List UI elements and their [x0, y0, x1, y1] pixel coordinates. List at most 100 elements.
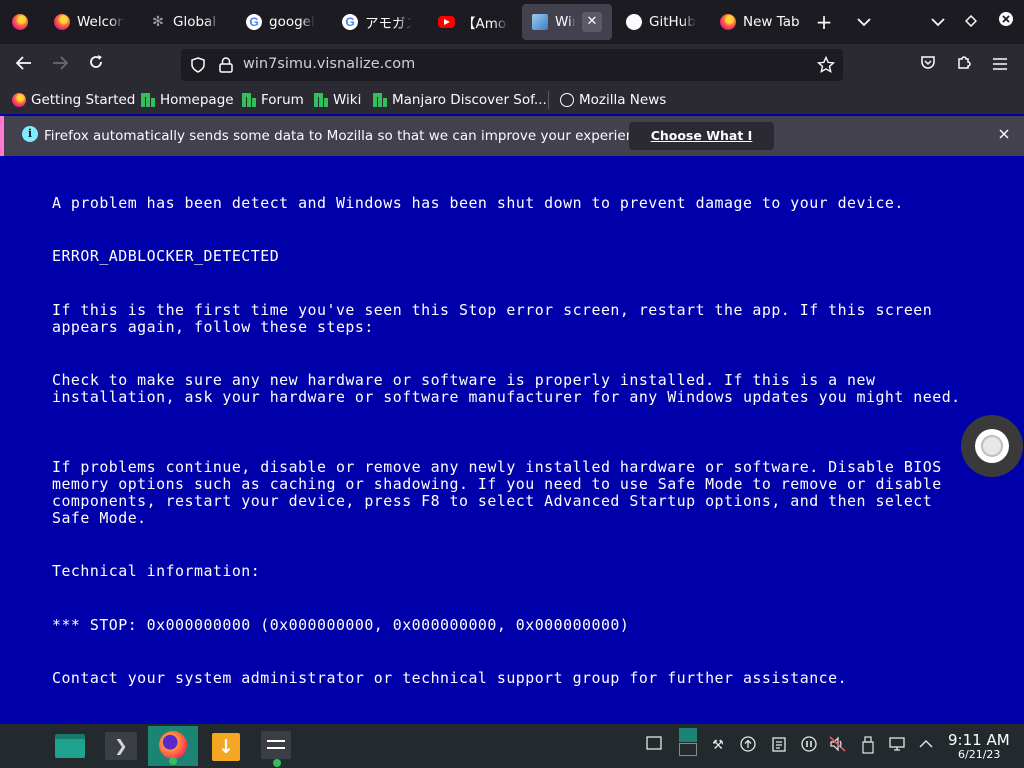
settings-icon [261, 731, 291, 759]
extensions-button[interactable] [949, 50, 979, 80]
download-icon: ↓ [212, 733, 240, 761]
manjaro-icon [242, 93, 256, 107]
close-icon [999, 129, 1009, 139]
chevron-down-icon [931, 18, 945, 27]
bookmarks-toolbar: Getting Started Homepage Forum Wiki Manj… [0, 86, 1024, 114]
youtube-icon [438, 16, 455, 28]
notification-close-button[interactable] [995, 125, 1013, 145]
bsod-paragraph: If problems continue, disable or remove … [52, 458, 952, 527]
back-button[interactable] [9, 50, 39, 80]
tab-label: GitHub [649, 14, 696, 30]
arrow-left-icon [15, 56, 31, 70]
bsod-paragraph: If this is the first time you've seen th… [52, 301, 942, 336]
firefox-icon [720, 14, 736, 30]
bsod-headline: A problem has been detect and Windows ha… [52, 194, 904, 212]
new-tab-button[interactable]: + [810, 8, 838, 36]
folder-icon [55, 734, 85, 758]
tab-amon[interactable]: 【Amon [428, 4, 518, 40]
taskbar-files[interactable] [46, 726, 96, 766]
tab-label: Welcome [77, 14, 124, 30]
application-menu-button[interactable] [0, 726, 50, 766]
puzzle-icon [958, 56, 971, 69]
usb-device-icon[interactable] [858, 736, 878, 756]
close-window-button[interactable] [992, 8, 1020, 36]
bookmark-label: Wiki [333, 92, 362, 108]
data-collection-notification: i Firefox automatically sends some data … [0, 116, 1024, 171]
bookmark-mozilla-news[interactable]: Mozilla News [560, 90, 666, 110]
bookmark-getting-started[interactable]: Getting Started [12, 90, 135, 110]
shield-icon[interactable] [190, 57, 206, 73]
taskbar-terminal[interactable]: ❯ [97, 726, 147, 766]
bookmark-homepage[interactable]: Homepage [141, 90, 234, 110]
tray-expand-chevron-up-icon[interactable] [916, 736, 936, 756]
tab-amogus[interactable]: G アモガス [332, 4, 422, 40]
choose-what-i-share-button[interactable]: Choose What I Share [629, 122, 774, 171]
info-icon: i [22, 126, 38, 142]
bookmark-manjaro-discover[interactable]: Manjaro Discover Sof... [373, 90, 547, 110]
tab-label: アモガス [365, 16, 412, 32]
forward-button[interactable] [45, 50, 75, 80]
taskbar-firefox[interactable] [148, 726, 198, 766]
firefox-icon [12, 93, 26, 107]
google-icon: G [246, 14, 262, 30]
bsod-error-code: ERROR_ADBLOCKER_DETECTED [52, 247, 280, 265]
close-tab-icon[interactable]: ✕ [582, 12, 602, 32]
tab-new-tab[interactable]: New Tab [710, 4, 806, 40]
bookmark-label: Forum [261, 92, 304, 108]
tab-global[interactable]: ✻ Global T [140, 4, 230, 40]
tab-googel[interactable]: G googel [236, 4, 326, 40]
network-tools-icon[interactable]: ⚒ [708, 736, 728, 756]
firefox-icon [54, 14, 70, 30]
updates-icon[interactable] [738, 736, 758, 756]
network-wired-icon[interactable] [888, 736, 908, 756]
bookmark-forum[interactable]: Forum [242, 90, 304, 110]
show-desktop-icon[interactable] [644, 736, 664, 756]
github-icon [626, 14, 642, 30]
tab-strip: Welcome ✻ Global T G googel G アモガス 【Amon… [0, 0, 1024, 44]
windows-icon [532, 14, 548, 30]
reload-button[interactable] [81, 50, 111, 80]
firefox-icon [12, 14, 28, 30]
gear-icon: ✻ [152, 14, 164, 30]
manjaro-icon [314, 93, 328, 107]
clipboard-icon[interactable] [769, 736, 789, 756]
media-pause-icon[interactable] [799, 736, 819, 756]
tab-label: New Tab [743, 14, 800, 30]
list-all-tabs-button[interactable] [850, 8, 878, 36]
star-icon[interactable] [817, 56, 835, 74]
taskbar-downloader[interactable]: ↓ [200, 726, 250, 766]
navigation-toolbar: win7simu.visnalize.com [0, 44, 1024, 86]
url-text[interactable]: win7simu.visnalize.com [243, 56, 415, 72]
bookmark-wiki[interactable]: Wiki [314, 90, 361, 110]
menu-button[interactable] [985, 50, 1015, 80]
lock-icon[interactable] [219, 57, 233, 73]
hamburger-icon [993, 58, 1007, 70]
workspace-pager[interactable] [678, 728, 698, 756]
minimize-button[interactable] [924, 8, 952, 36]
tab-label: Win7 [555, 14, 575, 30]
tab-label: Global T [173, 14, 220, 30]
pocket-button[interactable] [913, 50, 943, 80]
tab-welcome[interactable]: Welcome [44, 4, 134, 40]
url-bar[interactable]: win7simu.visnalize.com [181, 49, 843, 81]
running-indicator-icon [273, 759, 281, 767]
tab-win7[interactable]: Win7 ✕ [522, 4, 612, 40]
manjaro-icon [141, 93, 155, 107]
reload-icon [90, 55, 102, 68]
taskbar: ❯ ↓ ⚒ [0, 724, 1024, 768]
tab-label: 【Amon [462, 16, 508, 32]
bsod-paragraph: Check to make sure any new hardware or s… [52, 371, 961, 406]
globe-icon [560, 93, 574, 107]
clock-date[interactable]: 6/21/23 [958, 748, 1000, 761]
bookmark-label: Mozilla News [579, 92, 667, 108]
cursor-highlight-icon [961, 415, 1023, 477]
tab-github[interactable]: GitHub [616, 4, 708, 40]
bookmark-label: Manjaro Discover Sof... [392, 92, 547, 108]
diamond-icon [964, 14, 978, 28]
volume-muted-icon[interactable] [828, 736, 848, 756]
bsod-contact: Contact your system administrator or tec… [52, 669, 848, 687]
clock-time[interactable]: 9:11 AM [948, 731, 1010, 749]
taskbar-settings[interactable] [251, 726, 301, 767]
maximize-button[interactable] [957, 8, 985, 36]
firefox-view-button[interactable] [6, 8, 34, 36]
